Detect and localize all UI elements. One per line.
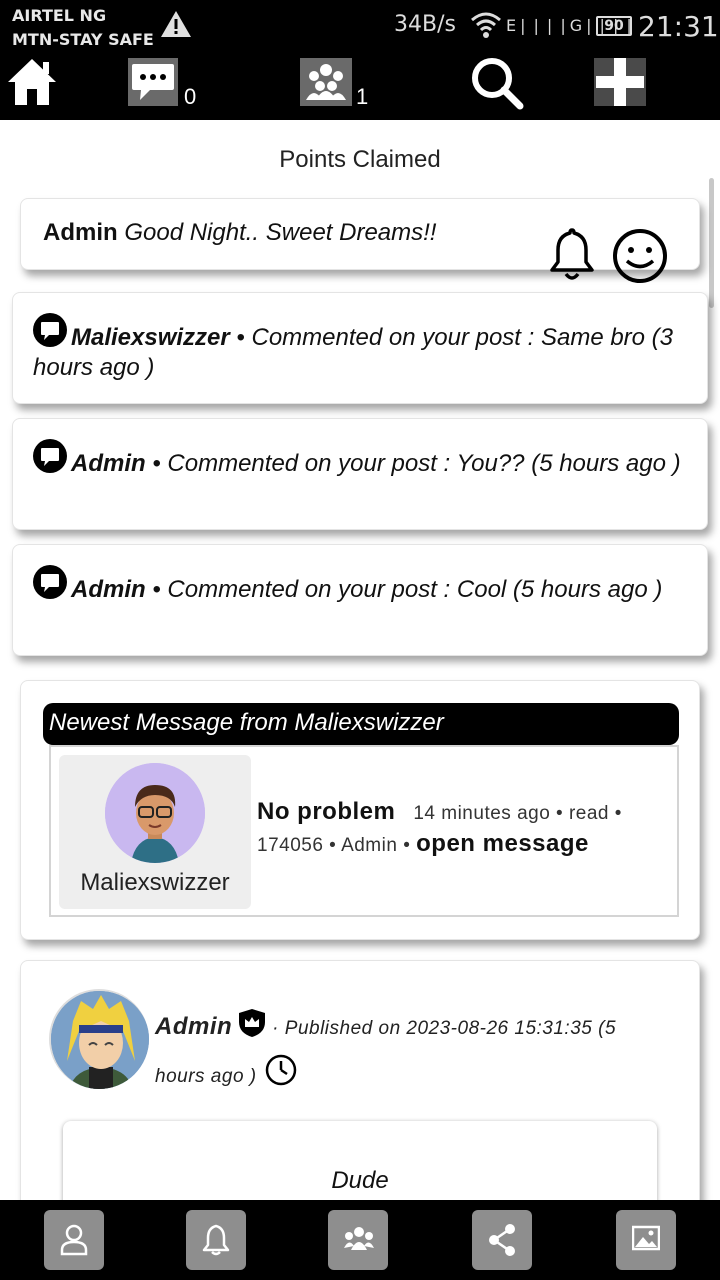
battery-level: 90 [596, 16, 632, 36]
newest-message-card: Newest Message from Maliexswizzer Maliex… [20, 680, 700, 940]
add-button[interactable] [594, 56, 646, 112]
search-icon [472, 58, 524, 110]
scrollbar[interactable] [709, 178, 714, 308]
chat-bubble-icon [33, 439, 67, 473]
messages-button[interactable] [128, 56, 180, 112]
page-title: Points Claimed [279, 146, 441, 173]
post-card: Admin · Published on 2023-08-26 15:31:35… [20, 960, 700, 1200]
greeting-name: Admin [43, 219, 118, 246]
status-time: 21:31 [638, 10, 719, 43]
greeting-message: Good Night.. Sweet Dreams!! [124, 219, 437, 246]
message-title: No problem [257, 798, 396, 825]
messages-count: 0 [184, 84, 197, 109]
avatar-illustration [51, 991, 149, 1089]
bell-icon[interactable] [546, 226, 598, 282]
post-content[interactable]: Dude [63, 1121, 657, 1200]
bell-icon [202, 1224, 230, 1256]
home-icon [8, 59, 56, 105]
share-button[interactable] [472, 1210, 532, 1270]
group-icon [344, 1227, 374, 1250]
home-button[interactable] [6, 56, 58, 112]
notification-user: Maliexswizzer [71, 324, 230, 351]
groups-count: 1 [356, 84, 369, 109]
notification-item[interactable]: Admin • Commented on your post : You?? (… [12, 418, 708, 530]
post-author[interactable]: Admin [155, 1013, 232, 1040]
notification-item[interactable]: Maliexswizzer • Commented on your post :… [12, 292, 708, 404]
notification-text: • Commented on your post : You?? (5 hour… [145, 450, 681, 477]
admin-shield-icon [239, 1009, 266, 1037]
carrier-name-2: MTN-STAY SAFE [12, 30, 154, 49]
groups-nav-button[interactable] [328, 1210, 388, 1270]
gallery-button[interactable] [616, 1210, 676, 1270]
network-speed: 34B/s [394, 12, 456, 37]
main-content[interactable]: Points Claimed Admin Good Night.. Sweet … [0, 120, 720, 1200]
warning-icon [161, 11, 191, 37]
notifications-button[interactable] [186, 1210, 246, 1270]
profile-button[interactable] [44, 1210, 104, 1270]
plus-icon [594, 58, 646, 106]
newest-message-header: Newest Message from Maliexswizzer [43, 703, 679, 745]
message-body: No problem 14 minutes ago • read • 174056… [257, 797, 667, 861]
avatar [105, 763, 205, 863]
notification-item[interactable]: Admin • Commented on your post : Cool (5… [12, 544, 708, 656]
sender-profile[interactable]: Maliexswizzer [59, 755, 251, 909]
group-icon [300, 58, 352, 106]
profile-icon [60, 1224, 88, 1256]
avatar[interactable] [49, 989, 149, 1089]
notification-user: Admin [71, 450, 146, 477]
status-bar: AIRTEL NG MTN-STAY SAFE 34B/s E❘❘❘❘G❘❘❘❘… [0, 0, 720, 52]
smiley-icon[interactable] [610, 228, 670, 284]
bottom-nav [0, 1200, 720, 1280]
image-icon [632, 1225, 660, 1251]
clock-icon [265, 1054, 296, 1086]
carrier-name-1: AIRTEL NG [12, 6, 107, 25]
post-meta: Admin · Published on 2023-08-26 15:31:35… [155, 1003, 655, 1101]
notification-text: • Commented on your post : Cool (5 hours… [145, 576, 663, 603]
groups-button[interactable] [300, 56, 352, 112]
search-button[interactable] [470, 56, 524, 112]
top-nav: 0 1 [0, 52, 720, 120]
wifi-icon [471, 12, 501, 38]
sender-name: Maliexswizzer [80, 869, 230, 896]
notification-user: Admin [71, 576, 146, 603]
message-preview[interactable]: Maliexswizzer No problem 14 minutes ago •… [49, 745, 679, 917]
share-icon [489, 1224, 515, 1256]
chat-icon [128, 58, 178, 106]
greeting-card: Admin Good Night.. Sweet Dreams!! [20, 198, 700, 270]
greeting-text: Admin Good Night.. Sweet Dreams!! [43, 219, 436, 247]
post-text: Dude [331, 1167, 389, 1194]
chat-bubble-icon [33, 565, 67, 599]
avatar-illustration [105, 763, 205, 863]
chat-bubble-icon [33, 313, 67, 347]
open-message-link[interactable]: open message [416, 830, 589, 857]
